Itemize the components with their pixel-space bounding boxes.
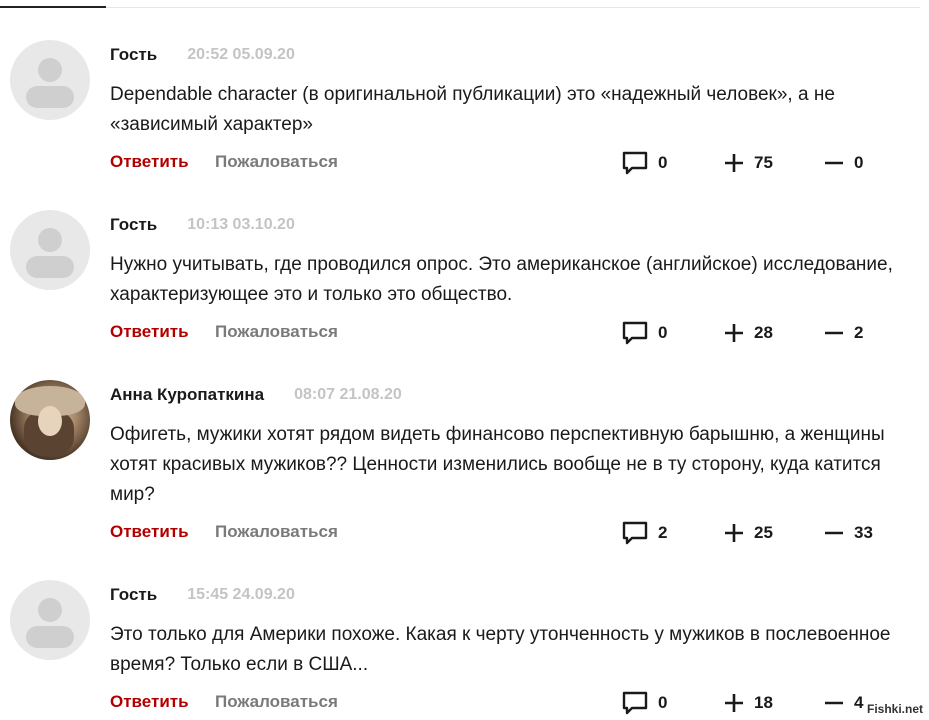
comment-bubble-icon <box>622 521 648 545</box>
comment-meta: Гость 20:52 05.09.20 <box>110 44 295 66</box>
plus-icon <box>725 694 743 712</box>
comment-actions: Ответить Пожаловаться 0 75 0 <box>0 150 929 176</box>
comment-author[interactable]: Гость <box>110 215 157 235</box>
replies-count-button[interactable]: 0 <box>622 150 667 176</box>
reply-button[interactable]: Ответить <box>110 692 189 712</box>
replies-count: 2 <box>658 523 668 542</box>
avatar[interactable] <box>10 40 90 120</box>
minus-icon <box>825 331 843 335</box>
user-silhouette-icon <box>38 598 62 622</box>
downvote-count: 33 <box>854 523 873 542</box>
comment-time: 10:13 03.10.20 <box>187 216 295 233</box>
minus-icon <box>825 701 843 705</box>
report-button[interactable]: Пожаловаться <box>215 322 338 342</box>
comment-bubble-icon <box>622 321 648 345</box>
report-button[interactable]: Пожаловаться <box>215 152 338 172</box>
active-tab-indicator <box>0 6 106 8</box>
top-divider <box>0 7 920 8</box>
avatar[interactable] <box>10 380 90 460</box>
report-button[interactable]: Пожаловаться <box>215 692 338 712</box>
reply-button[interactable]: Ответить <box>110 322 189 342</box>
downvote-button[interactable]: 2 <box>824 320 863 346</box>
upvote-button[interactable]: 75 <box>724 150 773 176</box>
replies-count: 0 <box>658 323 668 342</box>
downvote-count: 0 <box>854 153 864 172</box>
comment-time: 15:45 24.09.20 <box>187 586 295 603</box>
plus-icon <box>725 154 743 172</box>
comment-author[interactable]: Гость <box>110 45 157 65</box>
replies-count-button[interactable]: 2 <box>622 520 667 546</box>
replies-count-button[interactable]: 0 <box>622 320 667 346</box>
avatar[interactable] <box>10 580 90 660</box>
downvote-button[interactable]: 0 <box>824 150 863 176</box>
site-watermark: Fishki.net <box>866 702 923 716</box>
upvote-button[interactable]: 25 <box>724 520 773 546</box>
comment-actions: Ответить Пожаловаться 2 25 33 <box>0 520 929 546</box>
comment-author[interactable]: Гость <box>110 585 157 605</box>
comment-text: Dependable character (в оригинальной пуб… <box>110 84 835 135</box>
comment-actions: Ответить Пожаловаться 0 18 4 <box>0 690 929 716</box>
user-silhouette-icon <box>38 228 62 252</box>
plus-icon <box>725 524 743 542</box>
comment-meta: Гость 10:13 03.10.20 <box>110 214 295 236</box>
upvote-count: 75 <box>754 153 773 172</box>
comment-time: 20:52 05.09.20 <box>187 46 295 63</box>
upvote-count: 28 <box>754 323 773 342</box>
downvote-count: 4 <box>854 693 864 712</box>
comment-text: Нужно учитывать, где проводился опрос. Э… <box>110 254 893 305</box>
comment-author[interactable]: Анна Куропаткина <box>110 385 264 405</box>
downvote-button[interactable]: 4 <box>824 690 863 716</box>
upvote-button[interactable]: 18 <box>724 690 773 716</box>
comment-text: Это только для Америки похоже. Какая к ч… <box>110 624 891 675</box>
comment-text: Офигеть, мужики хотят рядом видеть финан… <box>110 424 885 505</box>
comment-meta: Анна Куропаткина 08:07 21.08.20 <box>110 384 402 406</box>
upvote-count: 18 <box>754 693 773 712</box>
downvote-button[interactable]: 33 <box>824 520 873 546</box>
upvote-button[interactable]: 28 <box>724 320 773 346</box>
replies-count-button[interactable]: 0 <box>622 690 667 716</box>
minus-icon <box>825 531 843 535</box>
report-button[interactable]: Пожаловаться <box>215 522 338 542</box>
minus-icon <box>825 161 843 165</box>
reply-button[interactable]: Ответить <box>110 152 189 172</box>
upvote-count: 25 <box>754 523 773 542</box>
reply-button[interactable]: Ответить <box>110 522 189 542</box>
comment-time: 08:07 21.08.20 <box>294 386 402 403</box>
downvote-count: 2 <box>854 323 864 342</box>
comment-actions: Ответить Пожаловаться 0 28 2 <box>0 320 929 346</box>
plus-icon <box>725 324 743 342</box>
comment-meta: Гость 15:45 24.09.20 <box>110 584 295 606</box>
replies-count: 0 <box>658 153 668 172</box>
replies-count: 0 <box>658 693 668 712</box>
comment-bubble-icon <box>622 691 648 715</box>
user-silhouette-icon <box>38 58 62 82</box>
avatar[interactable] <box>10 210 90 290</box>
comment-bubble-icon <box>622 151 648 175</box>
